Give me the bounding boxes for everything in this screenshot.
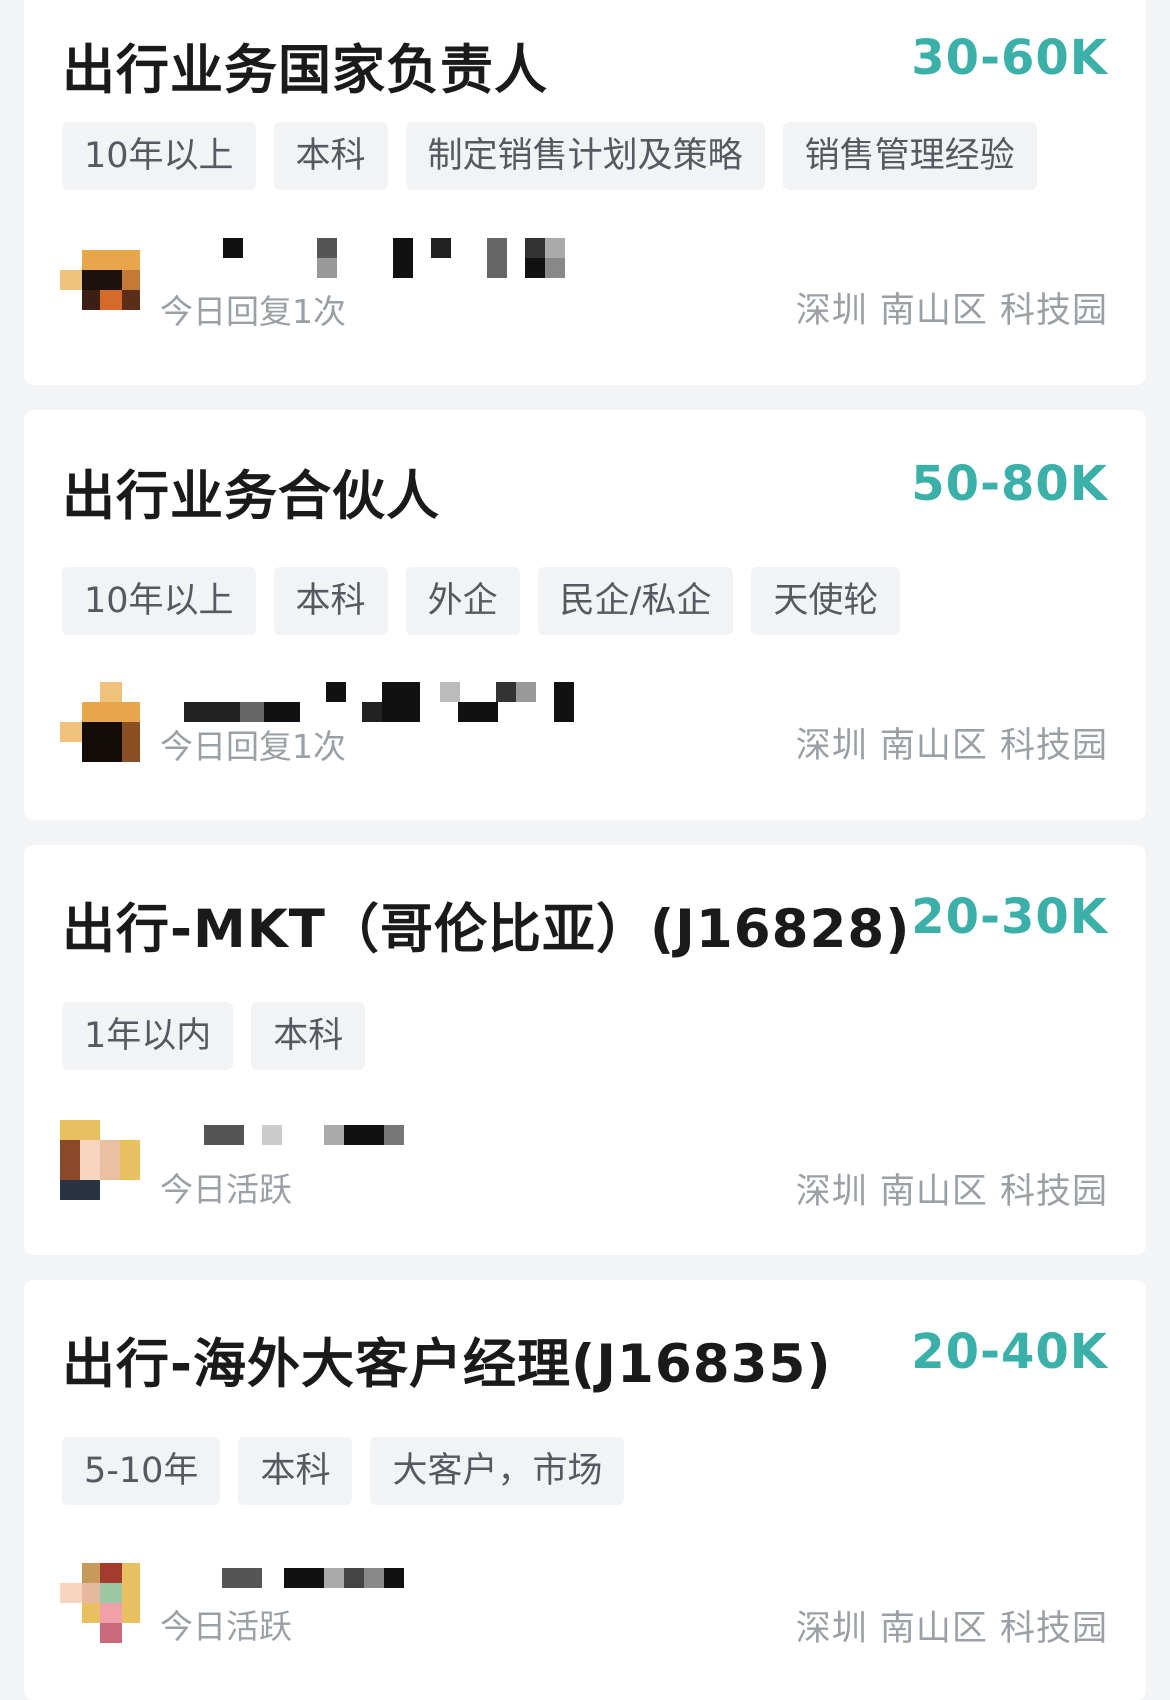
recruiter-avatar[interactable] bbox=[60, 682, 140, 762]
job-tag: 1年以内 bbox=[62, 1002, 234, 1070]
job-tag: 外企 bbox=[405, 567, 520, 635]
recruiter-status: 今日活跃 bbox=[160, 1607, 292, 1646]
job-card[interactable]: 出行业务合伙人 50-80K 10年以上 本科 外企 民企/私企 天使轮 今日回… bbox=[24, 410, 1146, 820]
job-title: 出行业务合伙人 bbox=[62, 466, 440, 527]
job-title: 出行-MKT（哥伦比亚）(J16828) bbox=[62, 899, 911, 960]
job-tag: 销售管理经验 bbox=[782, 122, 1037, 190]
job-title: 出行业务国家负责人 bbox=[62, 40, 548, 101]
job-tag: 天使轮 bbox=[751, 567, 901, 635]
job-tag: 本科 bbox=[273, 122, 388, 190]
recruiter-avatar[interactable] bbox=[60, 250, 140, 330]
job-tag: 大客户，市场 bbox=[370, 1437, 625, 1505]
job-location: 深圳 南山区 科技园 bbox=[795, 726, 1108, 766]
job-tag: 5-10年 bbox=[62, 1437, 221, 1505]
job-location: 深圳 南山区 科技园 bbox=[795, 291, 1108, 331]
job-title: 出行-海外大客户经理(J16835) bbox=[62, 1334, 832, 1395]
job-tag: 本科 bbox=[273, 567, 388, 635]
job-salary: 50-80K bbox=[911, 456, 1108, 512]
job-tag: 10年以上 bbox=[62, 567, 256, 635]
job-tag: 制定销售计划及策略 bbox=[405, 122, 765, 190]
job-tag: 本科 bbox=[238, 1437, 353, 1505]
job-tags: 1年以内 本科 bbox=[62, 1002, 366, 1070]
recruiter-avatar[interactable] bbox=[60, 1563, 140, 1643]
job-tag: 10年以上 bbox=[62, 122, 256, 190]
job-salary: 20-40K bbox=[911, 1324, 1108, 1380]
job-salary: 30-60K bbox=[911, 30, 1108, 86]
recruiter-avatar[interactable] bbox=[60, 1120, 140, 1200]
job-card[interactable]: 出行-海外大客户经理(J16835) 20-40K 5-10年 本科 大客户，市… bbox=[24, 1280, 1146, 1700]
job-tags: 10年以上 本科 外企 民企/私企 天使轮 bbox=[62, 567, 901, 635]
job-tag: 本科 bbox=[251, 1002, 366, 1070]
job-tags: 5-10年 本科 大客户，市场 bbox=[62, 1437, 625, 1505]
job-card[interactable]: 出行-MKT（哥伦比亚）(J16828) 20-30K 1年以内 本科 今日活跃… bbox=[24, 845, 1146, 1255]
job-location: 深圳 南山区 科技园 bbox=[795, 1172, 1108, 1212]
job-card[interactable]: 出行业务国家负责人 30-60K 10年以上 本科 制定销售计划及策略 销售管理… bbox=[24, 0, 1146, 385]
job-salary: 20-30K bbox=[911, 889, 1108, 945]
job-location: 深圳 南山区 科技园 bbox=[795, 1609, 1108, 1649]
recruiter-status: 今日回复1次 bbox=[160, 292, 346, 331]
recruiter-status: 今日活跃 bbox=[160, 1170, 292, 1209]
recruiter-status: 今日回复1次 bbox=[160, 727, 346, 766]
job-tags: 10年以上 本科 制定销售计划及策略 销售管理经验 bbox=[62, 122, 1037, 190]
job-tag: 民企/私企 bbox=[537, 567, 734, 635]
